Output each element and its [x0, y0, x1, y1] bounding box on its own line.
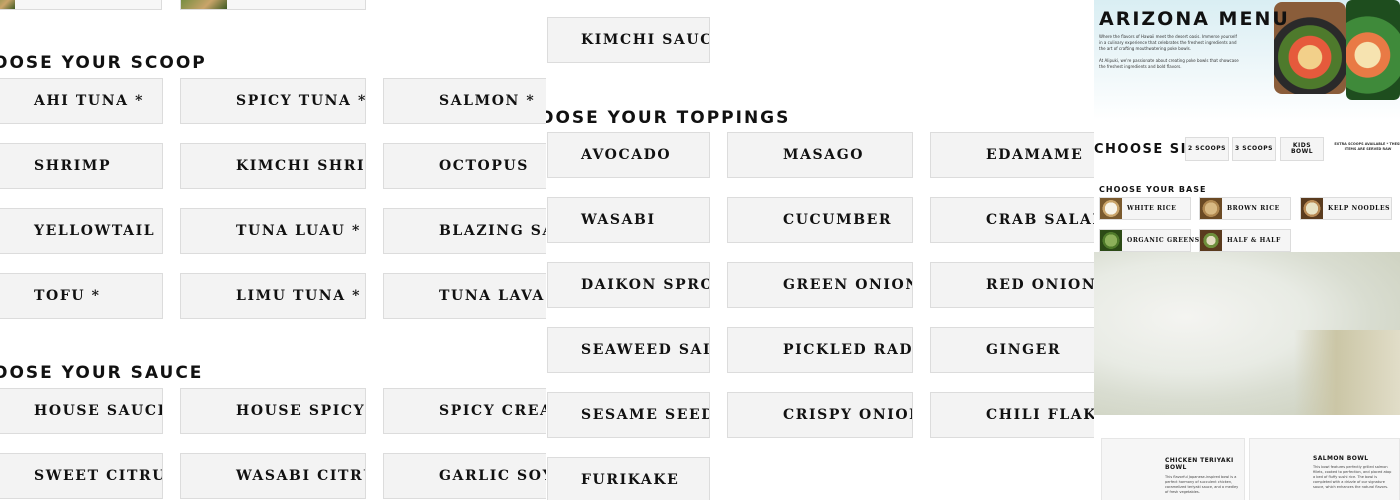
- half-and-half-image: [1200, 230, 1222, 251]
- intro-paragraph: At Alipuki, we're passionate about creat…: [1099, 58, 1239, 69]
- base-option-white-rice[interactable]: WHITE RICE: [1099, 197, 1191, 220]
- scoop-option[interactable]: TUNA LUAU *: [180, 208, 366, 254]
- topping-option[interactable]: CRISPY ONION: [727, 392, 913, 438]
- item-thumbnail: [0, 0, 15, 9]
- scoop-heading: OOSE YOUR SCOOP: [0, 53, 207, 73]
- sauce-option[interactable]: HOUSE SAUCE: [0, 388, 163, 434]
- topping-option[interactable]: FURIKAKE: [547, 457, 710, 500]
- scoop-option[interactable]: YELLOWTAIL *: [0, 208, 163, 254]
- topping-option[interactable]: RED ONION: [930, 262, 1094, 308]
- toppings-panel: KIMCHI SAUCE OOSE YOUR TOPPINGS AVOCADO …: [546, 0, 1094, 500]
- bowl-description: This bowl features perfectly grilled sal…: [1313, 465, 1392, 489]
- topping-option[interactable]: GINGER: [930, 327, 1094, 373]
- scoop-option[interactable]: BLAZING SALMON: [383, 208, 546, 254]
- scoop-option[interactable]: LIMU TUNA *: [180, 273, 366, 319]
- sauce-heading: OOSE YOUR SAUCE: [0, 363, 204, 383]
- base-option-half-and-half[interactable]: HALF & HALF: [1199, 229, 1291, 252]
- base-option-organic-greens[interactable]: ORGANIC GREENS: [1099, 229, 1199, 252]
- sauce-option[interactable]: KIMCHI SAUCE: [547, 17, 710, 63]
- base-option-label: WHITE RICE: [1127, 205, 1177, 212]
- toppings-heading: OOSE YOUR TOPPINGS: [546, 108, 791, 128]
- sauce-option[interactable]: WASABI CITRUS: [180, 453, 366, 499]
- scoop-option[interactable]: OCTOPUS: [383, 143, 546, 189]
- scoop-option[interactable]: SPICY TUNA *: [180, 78, 366, 124]
- sauce-option[interactable]: SPICY CREAMY: [383, 388, 546, 434]
- base-option-kelp-noodles[interactable]: KELP NOODLES: [1300, 197, 1392, 220]
- bowl-card-salmon[interactable]: SALMON BOWL This bowl features perfectly…: [1249, 438, 1400, 500]
- base-option-label: BROWN RICE: [1227, 205, 1280, 212]
- topping-option[interactable]: WASABI: [547, 197, 710, 243]
- base-option-label: ORGANIC GREENS: [1127, 237, 1200, 244]
- choose-base-heading: CHOOSE YOUR BASE: [1099, 185, 1207, 194]
- scoop-option[interactable]: TOFU *: [0, 273, 163, 319]
- page-title: ARIZONA MENU: [1099, 8, 1290, 30]
- topping-option[interactable]: CHILI FLAKES: [930, 392, 1094, 438]
- background-photo-detail: [1294, 330, 1400, 415]
- size-option-2-scoops[interactable]: 2 SCOOPS: [1185, 137, 1229, 161]
- size-option-kids-bowl[interactable]: KIDS BOWL: [1280, 137, 1324, 161]
- partial-card[interactable]: [0, 0, 162, 10]
- kelp-noodles-image: [1301, 198, 1323, 219]
- topping-option[interactable]: SEAWEED SALAD: [547, 327, 710, 373]
- partial-card[interactable]: [180, 0, 366, 10]
- topping-option[interactable]: AVOCADO: [547, 132, 710, 178]
- scoop-option[interactable]: SHRIMP: [0, 143, 163, 189]
- base-option-brown-rice[interactable]: BROWN RICE: [1199, 197, 1291, 220]
- topping-option[interactable]: SESAME SEED: [547, 392, 710, 438]
- topping-option[interactable]: CUCUMBER: [727, 197, 913, 243]
- base-option-label: HALF & HALF: [1227, 237, 1281, 244]
- poke-bowl-image: [1346, 0, 1400, 100]
- scoop-option[interactable]: AHI TUNA *: [0, 78, 163, 124]
- intro-paragraph: Where the flavors of Hawaii meet the des…: [1099, 34, 1237, 51]
- base-option-label: KELP NOODLES: [1328, 205, 1391, 212]
- topping-option[interactable]: GREEN ONION: [727, 262, 913, 308]
- scoop-option[interactable]: TUNA LAVA *: [383, 273, 546, 319]
- size-note: EXTRA SCOOPS AVAILABLE * THESE ITEMS ARE…: [1334, 142, 1400, 151]
- sauce-option[interactable]: SWEET CITRUS: [0, 453, 163, 499]
- topping-option[interactable]: EDAMAME: [930, 132, 1094, 178]
- scoop-sauce-panel: OOSE YOUR SCOOP AHI TUNA * SPICY TUNA * …: [0, 0, 546, 500]
- arizona-menu-panel: ARIZONA MENU Where the flavors of Hawaii…: [1094, 0, 1400, 500]
- bowl-description: This flavorful Japanese-inspired bowl is…: [1165, 475, 1239, 494]
- item-thumbnail: [181, 0, 227, 9]
- bowl-card-chicken-teriyaki[interactable]: CHICKEN TERIYAKI BOWL This flavorful Jap…: [1101, 438, 1245, 500]
- sauce-option[interactable]: HOUSE SPICY: [180, 388, 366, 434]
- topping-option[interactable]: DAIKON SPROUT: [547, 262, 710, 308]
- white-rice-image: [1100, 198, 1122, 219]
- topping-option[interactable]: PICKLED RADISH: [727, 327, 913, 373]
- organic-greens-image: [1100, 230, 1122, 251]
- topping-option[interactable]: MASAGO: [727, 132, 913, 178]
- hero-banner: ARIZONA MENU Where the flavors of Hawaii…: [1094, 0, 1400, 120]
- topping-option[interactable]: CRAB SALAD: [930, 197, 1094, 243]
- scoop-option[interactable]: KIMCHI SHRIMP: [180, 143, 366, 189]
- size-option-3-scoops[interactable]: 3 SCOOPS: [1232, 137, 1276, 161]
- bowl-name: SALMON BOWL: [1313, 455, 1369, 462]
- bowl-name: CHICKEN TERIYAKI BOWL: [1165, 457, 1234, 471]
- brown-rice-image: [1200, 198, 1222, 219]
- sauce-option[interactable]: GARLIC SOY MIRIN: [383, 453, 546, 499]
- scoop-option[interactable]: SALMON *: [383, 78, 546, 124]
